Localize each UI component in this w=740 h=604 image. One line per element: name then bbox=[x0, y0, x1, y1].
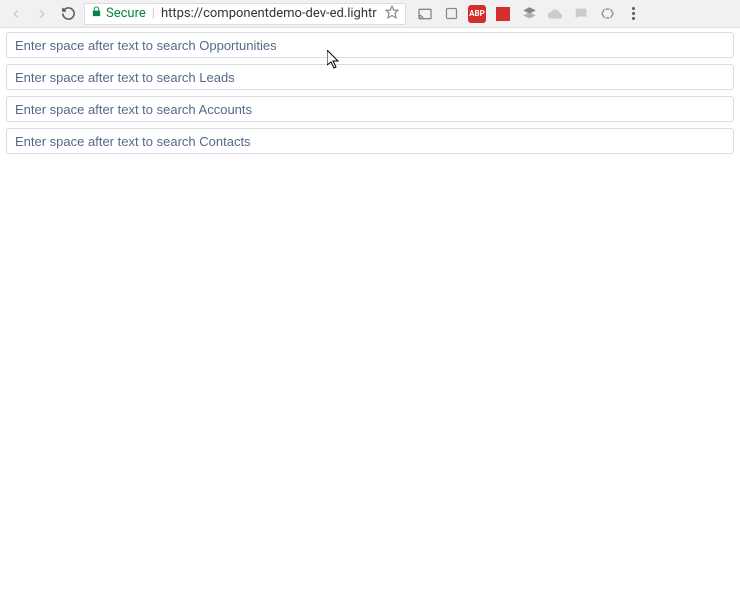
address-bar[interactable]: Secure | https://componentdemo-dev-ed.li… bbox=[84, 3, 406, 25]
chat-icon[interactable] bbox=[572, 5, 590, 23]
contacts-search-input[interactable] bbox=[6, 128, 734, 154]
url-text: https://componentdemo-dev-ed.lightr bbox=[161, 6, 377, 21]
forward-button[interactable] bbox=[30, 2, 54, 26]
red-extension-icon[interactable] bbox=[494, 5, 512, 23]
bookmark-star-icon[interactable] bbox=[381, 5, 399, 23]
back-button[interactable] bbox=[4, 2, 28, 26]
reload-button[interactable] bbox=[56, 2, 80, 26]
lock-icon bbox=[91, 6, 102, 21]
address-divider: | bbox=[152, 6, 155, 21]
cast-icon[interactable] bbox=[416, 5, 434, 23]
adblock-icon[interactable]: ABP bbox=[468, 5, 486, 23]
cloud-icon[interactable] bbox=[546, 5, 564, 23]
chrome-menu[interactable] bbox=[624, 5, 642, 23]
accounts-search-input[interactable] bbox=[6, 96, 734, 122]
extension-square-icon[interactable] bbox=[442, 5, 460, 23]
leads-search-input[interactable] bbox=[6, 64, 734, 90]
opportunities-search-input[interactable] bbox=[6, 32, 734, 58]
buffer-icon[interactable] bbox=[520, 5, 538, 23]
browser-toolbar: Secure | https://componentdemo-dev-ed.li… bbox=[0, 0, 740, 28]
secure-label: Secure bbox=[106, 6, 146, 21]
page-content bbox=[0, 28, 740, 164]
extension-icons: ABP bbox=[416, 5, 642, 23]
recycle-icon[interactable] bbox=[598, 5, 616, 23]
